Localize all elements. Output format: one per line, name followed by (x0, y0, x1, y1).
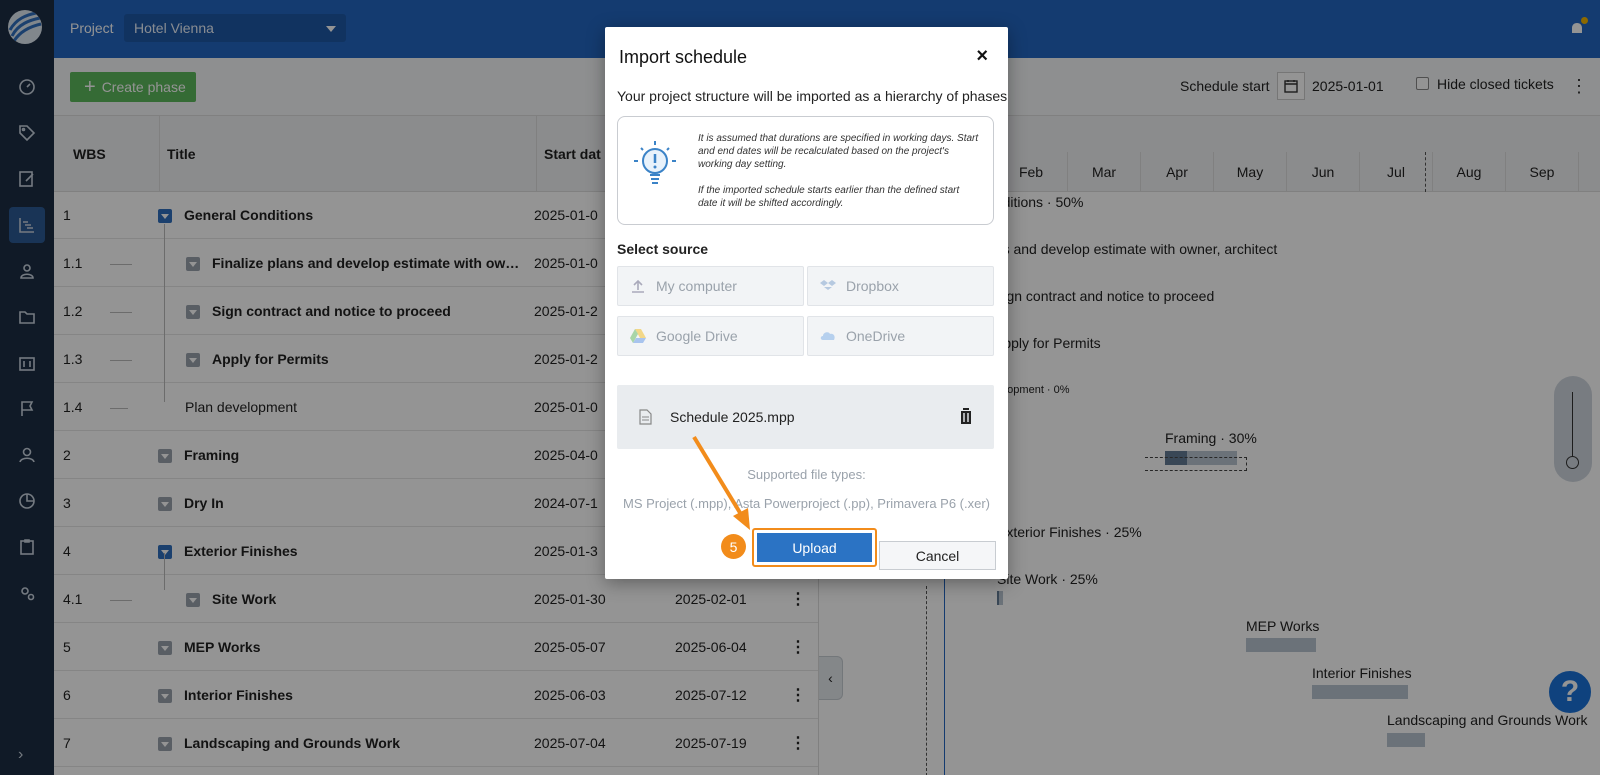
import-schedule-dialog: Import schedule × Your project structure… (605, 27, 1008, 579)
source-onedrive[interactable]: OneDrive (807, 316, 994, 356)
app-root: › Project Hotel Vienna + Create phase Sch… (0, 0, 1600, 775)
file-icon (639, 409, 652, 425)
upload-highlight: Upload (752, 528, 877, 567)
info-paragraph: It is assumed that durations are specifi… (698, 133, 979, 170)
onedrive-icon (820, 332, 835, 340)
dropbox-icon (820, 280, 836, 290)
file-name: Schedule 2025.mpp (670, 409, 795, 425)
dialog-title: Import schedule (619, 47, 748, 67)
selected-file: Schedule 2025.mpp (617, 385, 994, 449)
source-dropbox[interactable]: Dropbox (807, 266, 994, 306)
trash-icon[interactable] (958, 407, 974, 425)
supported-label: Supported file types: (747, 467, 866, 482)
google-drive-icon (630, 329, 646, 343)
source-my-computer[interactable]: My computer (617, 266, 804, 306)
cancel-button[interactable]: Cancel (879, 541, 996, 570)
upload-icon (632, 279, 644, 293)
supported-types: MS Project (.mpp), Asta Powerproject (.p… (623, 496, 990, 511)
upload-button[interactable]: Upload (757, 533, 872, 562)
info-text: It is assumed that durations are specifi… (698, 132, 980, 223)
lightbulb-icon (634, 141, 676, 184)
info-box: It is assumed that durations are specifi… (617, 116, 994, 225)
step-badge: 5 (721, 534, 746, 559)
dialog-subtitle: Your project structure will be imported … (617, 88, 1008, 104)
close-icon[interactable]: × (976, 45, 988, 68)
select-source-label: Select source (617, 241, 709, 257)
info-paragraph: If the imported schedule starts earlier … (698, 185, 960, 209)
source-google-drive[interactable]: Google Drive (617, 316, 804, 356)
